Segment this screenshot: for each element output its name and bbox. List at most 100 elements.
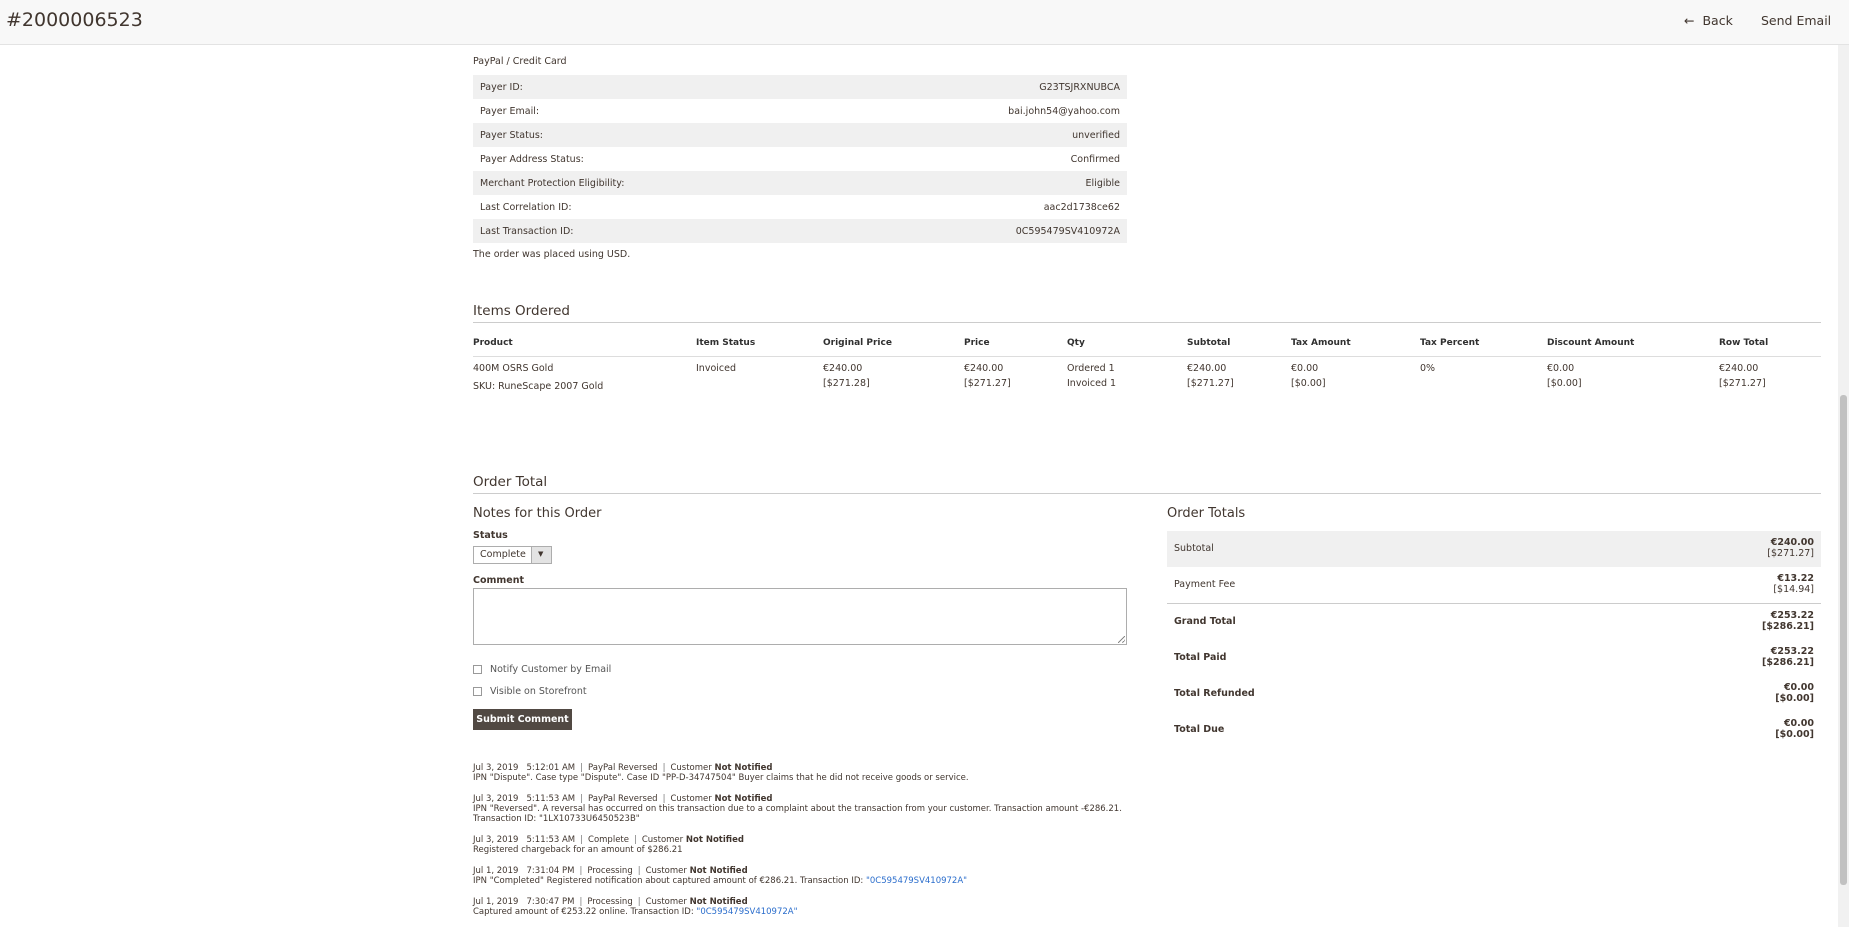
- status-select-value: Complete: [480, 549, 526, 560]
- subtotal: €240.00 [$271.27]: [1187, 361, 1234, 391]
- currency-note: The order was placed using USD.: [473, 249, 631, 260]
- subtotal-value: €240.00: [1187, 363, 1227, 374]
- subtotal-base: [$271.27]: [1187, 378, 1234, 389]
- totals-base: [$14.94]: [1773, 584, 1814, 595]
- payment-row-label: Payer Address Status:: [480, 153, 584, 165]
- col-header-tax-percent: Tax Percent: [1420, 338, 1480, 348]
- payment-row-label: Last Correlation ID:: [480, 201, 572, 213]
- payment-row-value: 0C595479SV410972A: [1015, 225, 1120, 237]
- col-header-original-price: Original Price: [823, 338, 892, 348]
- chevron-down-icon: ▼: [538, 550, 544, 558]
- payment-info-table: Payer ID: G23TSJRXNUBCA Payer Email: bai.j…: [473, 75, 1127, 243]
- notes-title: Notes for this Order: [473, 506, 602, 521]
- notify-customer-checkbox[interactable]: [473, 665, 482, 674]
- original-price-base: [$271.28]: [823, 378, 870, 389]
- payment-row-label: Last Transaction ID:: [480, 225, 574, 237]
- totals-row: Payment Fee €13.22 [$14.94]: [1167, 567, 1821, 604]
- history-time: 7:30:47 PM: [526, 897, 575, 907]
- totals-value: €240.00 [$271.27]: [1767, 537, 1814, 559]
- totals-amount: €13.22: [1777, 573, 1814, 584]
- history-customer: Customer: [645, 897, 687, 907]
- history-notified: Not Notified: [714, 763, 773, 773]
- comment-textarea[interactable]: [473, 588, 1127, 645]
- payment-row-value: aac2d1738ce62: [1043, 201, 1120, 213]
- discount-value: €0.00: [1547, 363, 1575, 374]
- payment-row: Payer ID: G23TSJRXNUBCA: [473, 75, 1127, 99]
- totals-base: [$286.21]: [1762, 657, 1814, 668]
- history-time: 7:31:04 PM: [526, 866, 575, 876]
- status-label: Status: [473, 530, 508, 541]
- history-status: Processing: [587, 897, 633, 907]
- scrollbar-thumb[interactable]: [1840, 395, 1847, 885]
- page-scrollbar[interactable]: [1838, 45, 1849, 927]
- row-total-base: [$271.27]: [1719, 378, 1766, 389]
- totals-value: €0.00 [$0.00]: [1775, 718, 1814, 740]
- product-sku: SKU: RuneScape 2007 Gold: [473, 381, 604, 392]
- history-status: PayPal Reversed: [588, 794, 658, 804]
- col-header-row-total: Row Total: [1719, 338, 1769, 348]
- history-customer: Customer: [641, 835, 684, 845]
- status-select[interactable]: Complete ▼: [473, 546, 552, 564]
- totals-row: Total Paid €253.22 [$286.21]: [1167, 640, 1821, 676]
- row-total-value: €240.00: [1719, 363, 1759, 374]
- payment-row-label: Payer Email:: [480, 105, 540, 117]
- payment-row-value: Eligible: [1085, 177, 1120, 189]
- send-email-button[interactable]: Send Email: [1761, 13, 1831, 28]
- history-customer: Customer: [670, 763, 712, 773]
- totals-value: €253.22 [$286.21]: [1762, 610, 1814, 632]
- totals-amount: €240.00: [1770, 537, 1814, 548]
- payment-row-label: Merchant Protection Eligibility:: [480, 177, 625, 189]
- totals-amount: €0.00: [1783, 682, 1814, 693]
- history-status: Processing: [587, 866, 633, 876]
- select-arrow: ▼: [531, 547, 551, 563]
- comment-history: Jul 3, 2019 5:12:01 AM | PayPal Reversed | C…: [473, 763, 1153, 928]
- history-customer: Customer: [670, 794, 712, 804]
- submit-comment-button[interactable]: Submit Comment: [473, 709, 572, 730]
- arrow-left-icon: ←: [1684, 13, 1695, 28]
- back-button[interactable]: ← Back: [1684, 13, 1733, 28]
- totals-amount: €0.00: [1783, 718, 1814, 729]
- items-ordered-title: Items Ordered: [473, 303, 1821, 323]
- payment-row-label: Payer Status:: [480, 129, 543, 141]
- totals-label: Total Refunded: [1174, 688, 1255, 699]
- totals-label: Subtotal: [1174, 543, 1214, 554]
- visible-storefront-checkbox[interactable]: [473, 687, 482, 696]
- transaction-link[interactable]: "0C595479SV410972A": [866, 876, 967, 886]
- totals-row: Grand Total €253.22 [$286.21]: [1167, 604, 1821, 640]
- visible-storefront-label[interactable]: Visible on Storefront: [490, 686, 587, 697]
- payment-row-value: unverified: [1072, 129, 1120, 141]
- discount-base: [$0.00]: [1547, 378, 1582, 389]
- history-notified: Not Notified: [685, 835, 744, 845]
- tax-percent: 0%: [1420, 363, 1436, 374]
- order-totals-title: Order Totals: [1167, 506, 1246, 521]
- history-item: Jul 1, 2019 7:30:47 PM | Processing | Custom…: [473, 897, 798, 917]
- totals-base: [$271.27]: [1767, 548, 1814, 559]
- payment-row: Last Transaction ID: 0C595479SV410972A: [473, 219, 1127, 243]
- original-price-value: €240.00: [823, 363, 863, 374]
- col-header-tax-amount: Tax Amount: [1291, 338, 1351, 348]
- totals-value: €253.22 [$286.21]: [1762, 646, 1814, 668]
- history-status: PayPal Reversed: [588, 763, 658, 773]
- totals-base: [$286.21]: [1762, 621, 1814, 632]
- totals-base: [$0.00]: [1775, 729, 1814, 740]
- col-header-subtotal: Subtotal: [1187, 338, 1231, 348]
- page-title: #2000006523: [6, 9, 143, 31]
- totals-label: Payment Fee: [1174, 579, 1236, 590]
- price: €240.00 [$271.27]: [964, 361, 1011, 391]
- totals-label: Grand Total: [1174, 616, 1236, 627]
- col-header-product: Product: [473, 338, 513, 348]
- payment-row-value: Confirmed: [1070, 153, 1120, 165]
- tax-amount-value: €0.00: [1291, 363, 1319, 374]
- history-date: Jul 3, 2019: [473, 763, 519, 773]
- payment-row-label: Payer ID:: [480, 81, 523, 93]
- transaction-link[interactable]: "0C595479SV410972A": [696, 907, 797, 917]
- totals-value: €0.00 [$0.00]: [1775, 682, 1814, 704]
- comment-label: Comment: [473, 575, 525, 586]
- col-header-item-status: Item Status: [696, 338, 756, 348]
- notify-customer-label[interactable]: Notify Customer by Email: [490, 664, 611, 675]
- totals-base: [$0.00]: [1775, 693, 1814, 704]
- totals-row: Total Refunded €0.00 [$0.00]: [1167, 676, 1821, 712]
- col-header-price: Price: [964, 338, 990, 348]
- history-text: IPN "Completed" Registered notification …: [473, 876, 866, 886]
- resize-handle-icon[interactable]: [1118, 636, 1125, 643]
